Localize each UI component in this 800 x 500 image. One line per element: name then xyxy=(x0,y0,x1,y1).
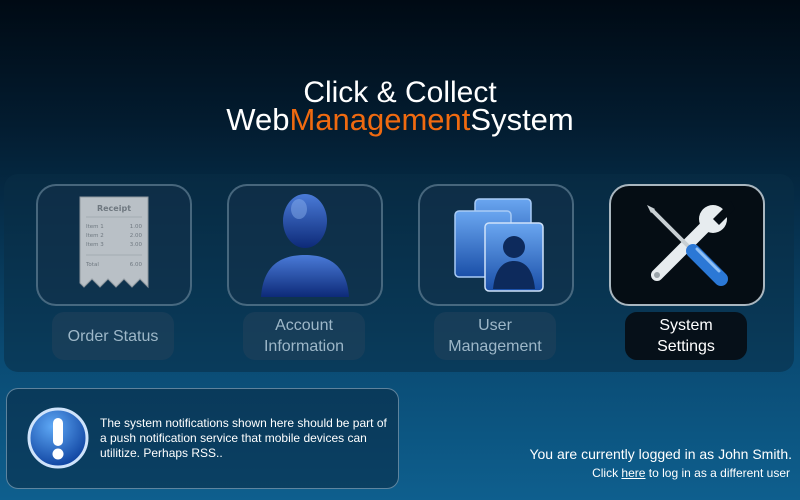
receipt-item-amount: 2.00 xyxy=(130,233,143,239)
title-web: Web xyxy=(226,102,290,137)
system-settings-tile[interactable] xyxy=(609,184,765,306)
user-management-tile[interactable] xyxy=(418,184,574,306)
notification-panel: The system notifications shown here shou… xyxy=(6,388,399,489)
title-management: Management xyxy=(289,102,471,137)
users-group-icon xyxy=(454,198,544,292)
order-status-button[interactable]: Order Status xyxy=(52,312,174,360)
receipt-icon: Receipt Item 1 1.00 Item 2 2.00 Item 3 3… xyxy=(79,196,149,289)
receipt-item-name: Item 3 xyxy=(86,242,104,248)
receipt-total-label: Total xyxy=(85,262,99,268)
receipt-total-amount: 6.00 xyxy=(130,262,143,268)
receipt-heading: Receipt xyxy=(97,204,131,213)
wrench-screwdriver-icon xyxy=(647,201,735,286)
title-system: System xyxy=(470,102,574,137)
account-information-tile[interactable] xyxy=(227,184,383,306)
user-silhouette-icon xyxy=(261,194,349,297)
order-status-tile[interactable]: Receipt Item 1 1.00 Item 2 2.00 Item 3 3… xyxy=(36,184,192,306)
app-title-line2: WebManagementSystem xyxy=(0,103,800,137)
user-management-button[interactable]: User Management xyxy=(434,312,556,360)
switch-prefix: Click xyxy=(592,466,622,480)
logged-in-status: You are currently logged in as John Smit… xyxy=(529,446,792,462)
receipt-item-name: Item 1 xyxy=(86,224,104,230)
receipt-item-amount: 3.00 xyxy=(130,242,143,248)
notification-text: The system notifications shown here shou… xyxy=(100,416,387,460)
account-information-button[interactable]: Account Information xyxy=(243,312,365,360)
receipt-item-amount: 1.00 xyxy=(130,224,143,230)
switch-suffix: to log in as a different user xyxy=(645,466,790,480)
switch-user-prompt: Click here to log in as a different user xyxy=(592,466,790,480)
info-icon xyxy=(27,407,89,469)
receipt-item-name: Item 2 xyxy=(86,233,104,239)
system-settings-button[interactable]: System Settings xyxy=(625,312,747,360)
switch-user-link[interactable]: here xyxy=(621,466,645,480)
